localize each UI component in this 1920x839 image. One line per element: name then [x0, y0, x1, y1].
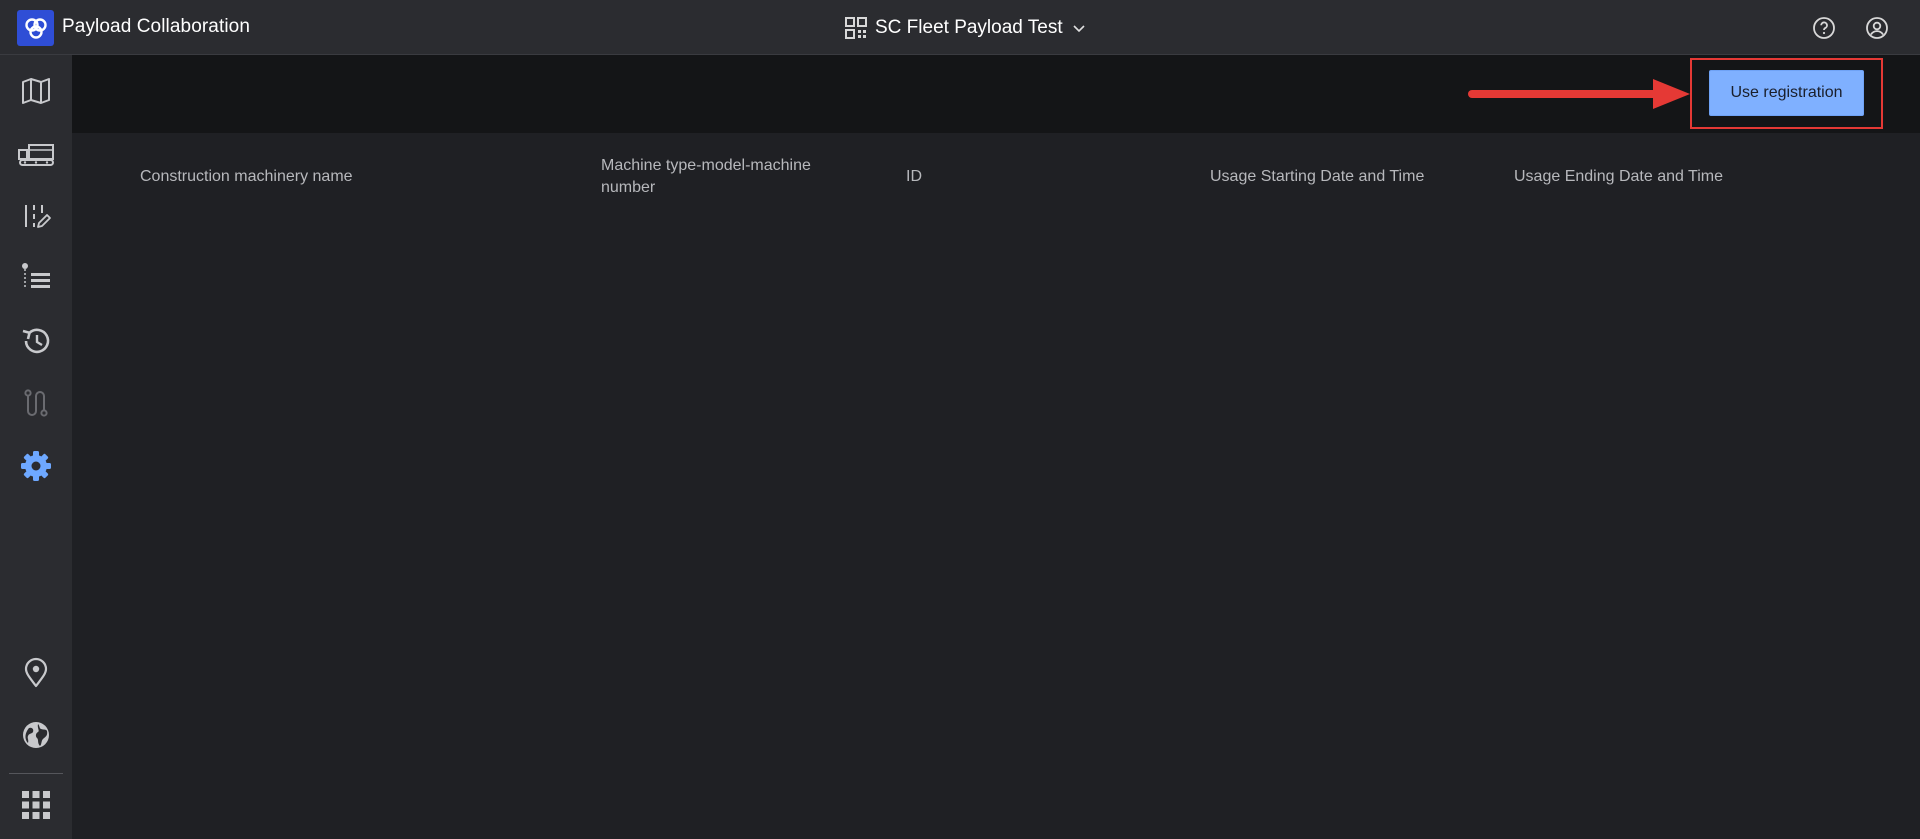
- layout-edit-icon: [25, 205, 51, 228]
- project-selector[interactable]: SC Fleet Payload Test: [845, 16, 1087, 40]
- help-icon: [1813, 17, 1835, 39]
- sidebar-item-fleet[interactable]: [14, 132, 58, 176]
- column-header-machine-type-model-number: Machine type-model-machine number: [601, 157, 811, 196]
- chevron-down-icon: [1073, 25, 1085, 33]
- top-bar: Payload Collaboration SC Fleet Payload T…: [0, 0, 1920, 55]
- globe-icon: [23, 722, 49, 748]
- sidebar-item-globe[interactable]: [14, 713, 58, 757]
- tree-list-icon: [22, 263, 50, 289]
- annotation-arrow: [1468, 79, 1690, 109]
- settings-gear-icon: [21, 451, 51, 481]
- qr-code-icon: [845, 17, 867, 39]
- help-button[interactable]: [1811, 15, 1837, 41]
- column-header-machinery-name: Construction machinery name: [140, 168, 353, 185]
- app-logo[interactable]: [17, 10, 54, 46]
- app-grid-icon: [22, 791, 50, 819]
- truck-icon: [18, 144, 54, 166]
- map-icon: [22, 78, 50, 104]
- sidebar-item-apps[interactable]: [14, 783, 58, 827]
- sidebar-item-location[interactable]: [14, 651, 58, 695]
- column-header-usage-end: Usage Ending Date and Time: [1514, 168, 1724, 185]
- sidebar-item-route[interactable]: [14, 381, 58, 425]
- sidebar-item-list[interactable]: [14, 256, 58, 300]
- sidebar-item-history[interactable]: [14, 319, 58, 363]
- history-icon: [22, 328, 50, 354]
- sidebar-item-layout-edit[interactable]: [14, 194, 58, 238]
- collaboration-logo-icon: [24, 18, 47, 39]
- app-title: Payload Collaboration: [62, 16, 250, 37]
- sidebar-divider: [9, 773, 63, 774]
- user-account-button[interactable]: [1864, 15, 1890, 41]
- column-header-id: ID: [906, 168, 922, 185]
- location-pin-icon: [24, 657, 48, 688]
- route-icon: [24, 389, 48, 417]
- sidebar: [0, 55, 72, 839]
- sidebar-item-settings[interactable]: [14, 444, 58, 488]
- project-name: SC Fleet Payload Test: [875, 17, 1063, 38]
- use-registration-button[interactable]: Use registration: [1709, 70, 1864, 116]
- user-avatar-icon: [1866, 17, 1888, 39]
- column-header-usage-start: Usage Starting Date and Time: [1210, 168, 1425, 185]
- sidebar-item-map[interactable]: [14, 69, 58, 113]
